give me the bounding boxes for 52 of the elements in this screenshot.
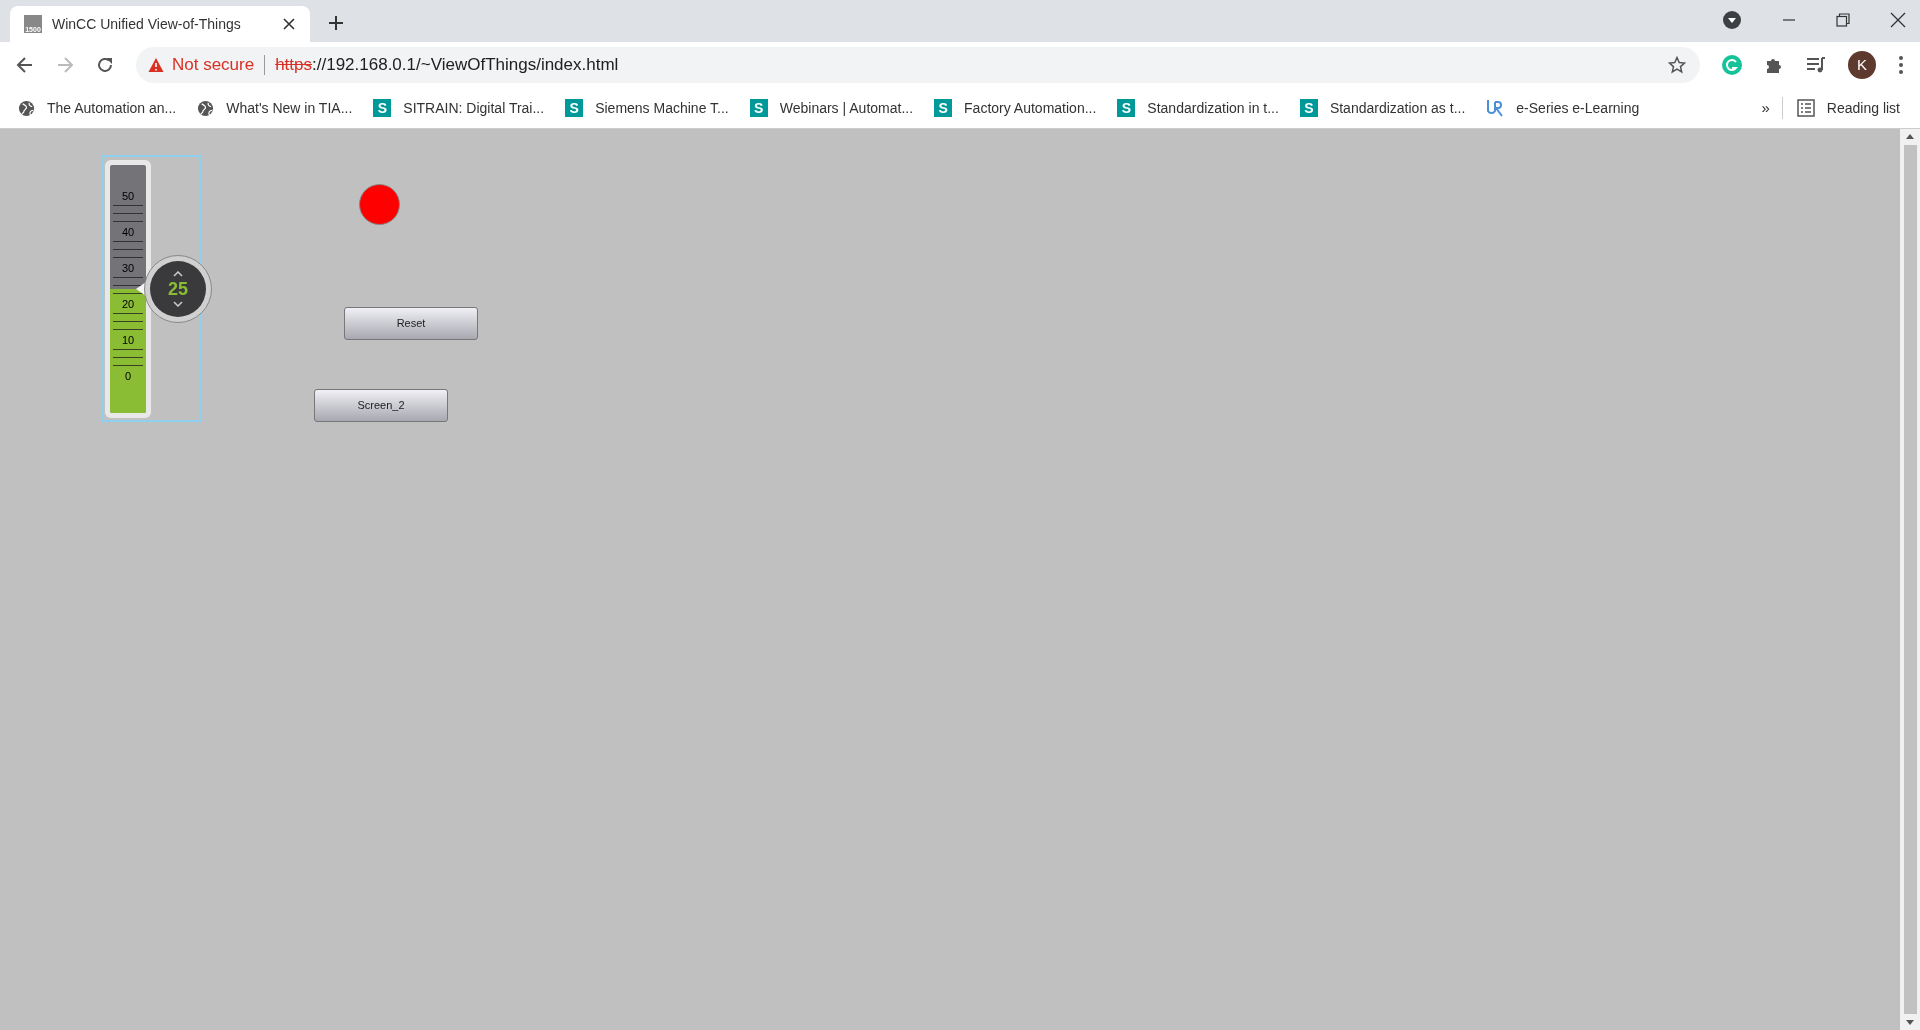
back-icon[interactable] [16,56,34,74]
tab-title: WinCC Unified View-of-Things [52,14,242,34]
slider-track[interactable]: 50 40 30 20 10 0 [105,160,151,418]
profile-avatar[interactable]: K [1848,51,1876,79]
ur-logo-icon [1486,99,1505,117]
scroll-down-icon[interactable] [1905,1020,1915,1026]
bookmarks-overflow[interactable]: » [1761,96,1770,120]
tab-search-icon[interactable] [1722,10,1742,30]
down-chevron-icon[interactable] [173,301,183,307]
scale-label: 30 [120,262,136,274]
bookmark-link[interactable]: Factory Automation... [964,97,1097,119]
restore-icon[interactable] [1836,13,1850,27]
star-icon[interactable] [1668,56,1687,74]
warning-icon [147,57,164,73]
address-bar[interactable]: Not secure https://192.168.0.1/~ViewOfThings/index.html [135,47,1701,83]
bookmark-favicon: S [1299,99,1318,117]
hmi-button[interactable]: Reset [344,307,478,340]
scale-label: 50 [120,190,136,202]
up-chevron-icon[interactable] [173,271,183,277]
bookmark-favicon: S [749,99,768,117]
globe-icon [197,99,215,117]
globe-icon [18,99,35,117]
media-control-icon[interactable] [1806,55,1826,75]
url-text: https://192.168.0.1/~ViewOfThings/index.html [275,54,620,77]
reading-list-icon[interactable] [1796,99,1815,117]
bookmark-link[interactable]: Standardization as t... [1329,97,1466,119]
bookmark-favicon: S [934,99,953,117]
scroll-up-icon[interactable] [1905,133,1915,139]
hmi-button[interactable]: Screen_2 [314,389,448,422]
scale-label: 20 [120,298,136,310]
bookmark-link[interactable]: SITRAIN: Digital Trai... [403,97,545,119]
close-icon[interactable] [282,17,296,31]
bookmark-favicon: S [565,99,584,117]
bookmark-link[interactable]: What's New in TIA... [226,97,353,119]
scale-label: 0 [123,370,133,382]
bookmark-favicon: S [373,99,392,117]
scrollbar[interactable] [1900,129,1920,1030]
security-label: Not secure [171,54,255,77]
reload-icon[interactable] [95,56,114,74]
scale-label: 40 [120,226,136,238]
bookmark-link[interactable]: e-Series e-Learning [1516,97,1640,119]
scale-label: 10 [120,334,136,346]
menu-icon[interactable] [1898,55,1904,75]
bookmark-favicon: S [1117,99,1136,117]
bookmark-link[interactable]: The Automation an... [47,97,177,119]
slider-value: 25 [168,278,188,301]
close-window-icon[interactable] [1890,12,1906,28]
new-tab-icon[interactable] [328,15,344,31]
bookmark-link[interactable]: Standardization in t... [1147,97,1279,119]
reading-list-link[interactable]: Reading list [1826,97,1900,119]
bookmark-link[interactable]: Siemens Machine T... [595,97,729,119]
bookmark-link[interactable]: Webinars | Automat... [779,97,914,119]
